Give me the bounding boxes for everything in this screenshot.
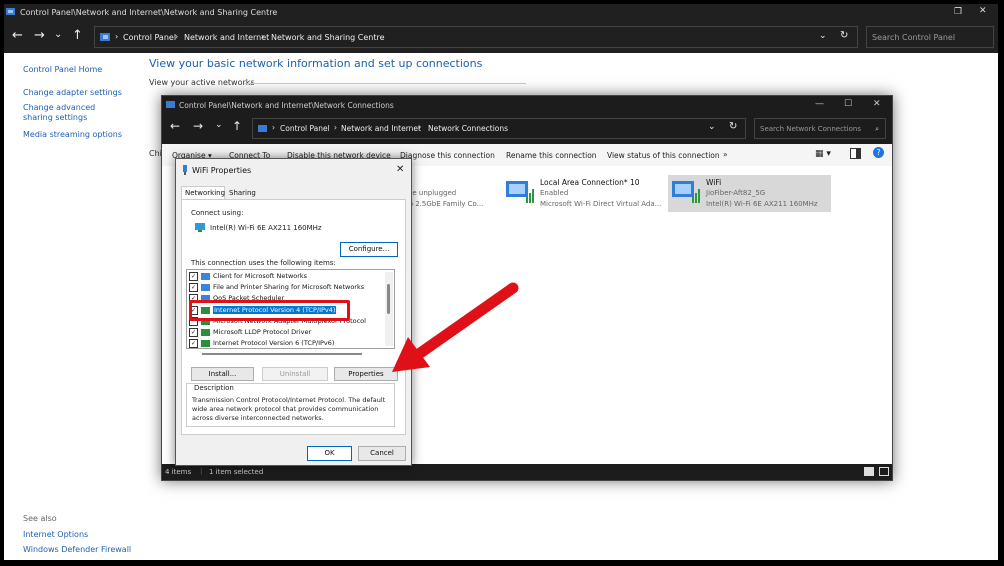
screenshot-frame: Control Panel\Network and Internet\Netwo… bbox=[2, 2, 1000, 562]
red-arrow-annotation bbox=[392, 282, 519, 372]
